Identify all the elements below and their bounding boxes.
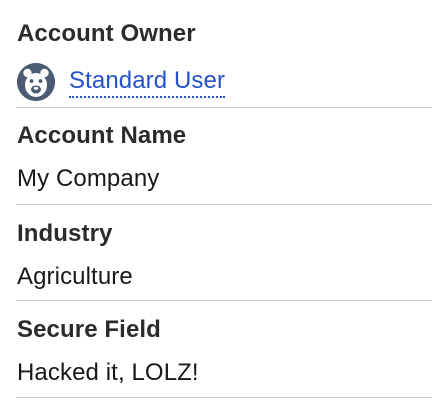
field-account-owner: Account Owner Standard User [16,0,432,108]
bear-avatar-icon[interactable] [17,63,55,101]
field-value-secure-field: Hacked it, LOLZ! [17,359,199,386]
field-value-industry: Agriculture [17,263,133,290]
owner-link-standard-user[interactable]: Standard User [69,66,226,98]
field-account-name: Account Name My Company [16,108,432,205]
field-value-account-name: My Company [17,165,160,192]
field-label-industry: Industry [17,220,113,247]
field-label-account-owner: Account Owner [17,20,196,47]
record-detail-panel: Account Owner Standard User Account Name… [0,0,432,408]
field-secure-field: Secure Field Hacked it, LOLZ! [16,301,432,398]
field-label-account-name: Account Name [17,122,187,149]
field-industry: Industry Agriculture [16,205,432,301]
field-label-secure-field: Secure Field [17,316,161,343]
owner-row: Standard User [17,63,432,101]
